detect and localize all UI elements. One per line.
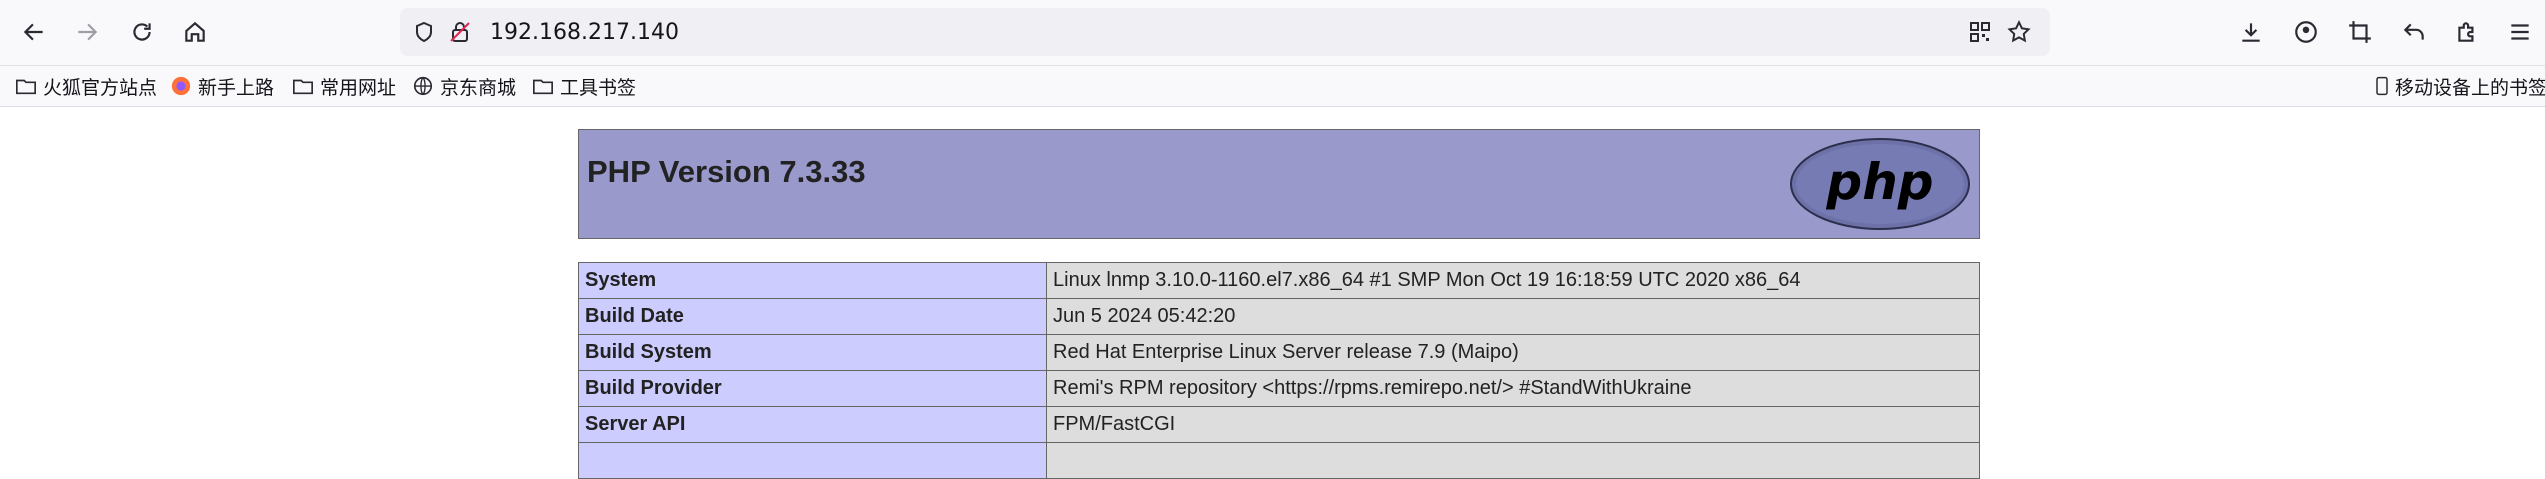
- url-text[interactable]: 192.168.217.140: [490, 20, 679, 45]
- phpinfo-header: PHP Version 7.3.33 php: [578, 129, 1980, 239]
- back-arrow-icon: [23, 23, 43, 41]
- bookmark-label: 京东商城: [440, 76, 517, 99]
- bookmark-folder[interactable]: 常用网址: [292, 72, 396, 100]
- forward-button[interactable]: [67, 12, 107, 52]
- home-button[interactable]: [175, 12, 215, 52]
- row-key: Build Date: [578, 298, 1047, 335]
- php-logo[interactable]: php: [1789, 137, 1971, 231]
- bookmark-folder[interactable]: 工具书签: [532, 72, 636, 100]
- home-icon: [185, 21, 205, 42]
- bookmark-label: 常用网址: [320, 76, 397, 99]
- puzzle-icon: [2458, 22, 2474, 42]
- screenshot-button[interactable]: [2340, 12, 2380, 52]
- row-value: Linux lnmp 3.10.0-1160.el7.x86_64 #1 SMP…: [1046, 262, 1980, 299]
- hamburger-menu-icon: [2511, 24, 2529, 40]
- bookmark-star-icon[interactable]: [2006, 19, 2032, 45]
- mobile-bookmarks[interactable]: 移动设备上的书签: [2372, 72, 2545, 100]
- row-value: FPM/FastCGI: [1046, 406, 1980, 443]
- undo-arrow-icon: [2403, 23, 2424, 40]
- insecure-lock-icon[interactable]: [448, 20, 472, 44]
- bookmark-label: 工具书签: [560, 76, 637, 99]
- forward-arrow-icon: [78, 23, 98, 41]
- page-content: PHP Version 7.3.33 php System Linux lnmp…: [0, 107, 2545, 479]
- reload-button[interactable]: [122, 12, 162, 52]
- folder-icon: [293, 79, 313, 95]
- shield-icon[interactable]: [412, 20, 436, 44]
- bookmark-label: 新手上路: [198, 76, 275, 99]
- extensions-button[interactable]: [2447, 12, 2487, 52]
- reload-icon: [133, 23, 151, 41]
- address-bar[interactable]: 192.168.217.140: [400, 8, 2050, 56]
- bookmark-label: 火狐官方站点: [43, 76, 158, 99]
- browser-toolbar: 192.168.217.140: [0, 0, 2545, 66]
- table-row: Build System Red Hat Enterprise Linux Se…: [578, 334, 1980, 371]
- page-title: PHP Version 7.3.33: [587, 154, 866, 189]
- bookmark-link[interactable]: 京东商城: [412, 72, 516, 100]
- bookmark-folder[interactable]: 火狐官方站点: [15, 72, 157, 100]
- row-key: Build Provider: [578, 370, 1047, 407]
- globe-icon: [413, 76, 433, 96]
- account-icon: [2295, 21, 2317, 43]
- download-icon: [2242, 23, 2260, 42]
- table-row: [578, 442, 1980, 479]
- menu-button[interactable]: [2500, 12, 2540, 52]
- table-row: Server API FPM/FastCGI: [578, 406, 1980, 443]
- mobile-device-icon: [2376, 76, 2388, 96]
- downloads-button[interactable]: [2231, 12, 2271, 52]
- phpinfo-table: System Linux lnmp 3.10.0-1160.el7.x86_64…: [578, 262, 1980, 479]
- table-row: Build Date Jun 5 2024 05:42:20: [578, 298, 1980, 335]
- folder-icon: [16, 79, 36, 95]
- crop-icon: [2349, 21, 2371, 43]
- qr-code-icon[interactable]: [1968, 20, 1992, 44]
- firefox-icon: [171, 76, 191, 96]
- table-row: System Linux lnmp 3.10.0-1160.el7.x86_64…: [578, 262, 1980, 299]
- table-row: Build Provider Remi's RPM repository <ht…: [578, 370, 1980, 407]
- row-key: Build System: [578, 334, 1047, 371]
- bookmarks-toolbar: 火狐官方站点 新手上路 常用网址 京东商城 工具书签 移动设备上的书签: [0, 66, 2545, 107]
- folder-icon: [533, 79, 553, 95]
- php-logo-text: php: [1825, 153, 1933, 211]
- row-value: Remi's RPM repository <https://rpms.remi…: [1046, 370, 1980, 407]
- row-value: [1046, 442, 1980, 479]
- row-value: Jun 5 2024 05:42:20: [1046, 298, 1980, 335]
- row-key: [578, 442, 1047, 479]
- row-key: Server API: [578, 406, 1047, 443]
- row-key: System: [578, 262, 1047, 299]
- row-value: Red Hat Enterprise Linux Server release …: [1046, 334, 1980, 371]
- back-button[interactable]: [14, 12, 54, 52]
- bookmark-link[interactable]: 新手上路: [170, 72, 274, 100]
- mobile-bookmarks-label: 移动设备上的书签: [2395, 76, 2545, 99]
- undo-button[interactable]: [2394, 12, 2434, 52]
- account-button[interactable]: [2286, 12, 2326, 52]
